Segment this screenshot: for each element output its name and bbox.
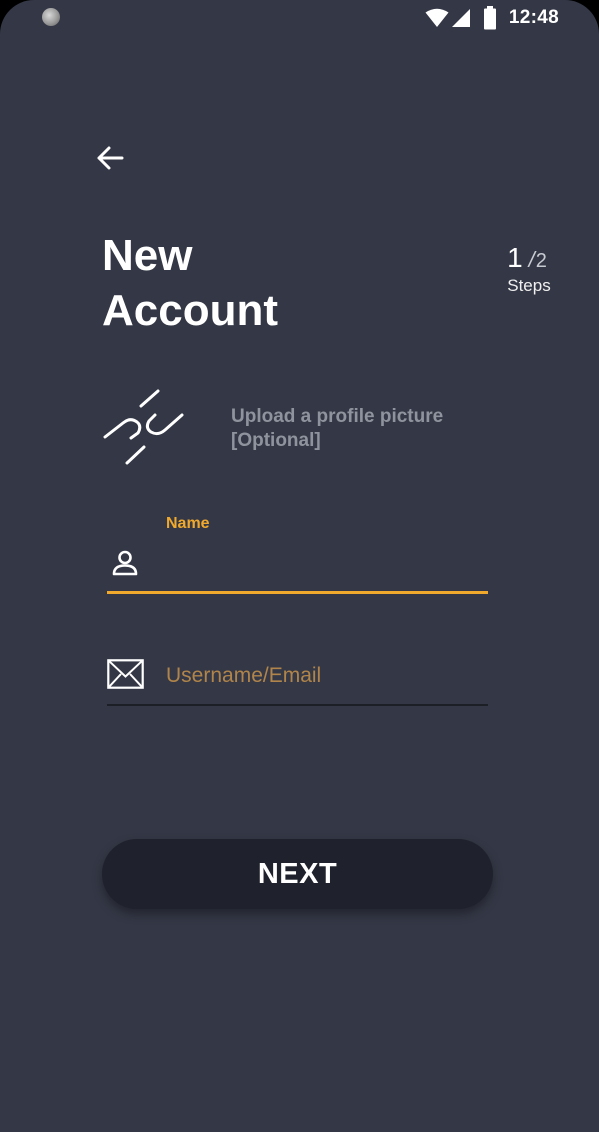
status-right: 12:48 (425, 4, 559, 32)
step-separator: / (528, 247, 535, 272)
upload-text: Upload a profile picture [Optional] (231, 405, 443, 453)
step-current: 1 (507, 242, 523, 273)
wifi-icon (425, 8, 449, 27)
step-indicator: 1/2 Steps (492, 238, 562, 295)
arrow-left-icon (97, 146, 124, 170)
broken-link-icon (103, 389, 184, 465)
page-title-line-2: Account (102, 286, 278, 335)
upload-text-line-1: Upload a profile picture (231, 406, 444, 427)
email-field[interactable] (107, 650, 488, 706)
name-field-label: Name (166, 515, 210, 532)
person-icon (112, 550, 138, 576)
next-button[interactable]: NEXT (102, 839, 493, 909)
battery-icon (483, 6, 496, 30)
app-screen: 12:48 New Account 1/2 Steps Upload a pro… (0, 0, 599, 1132)
page-title-line-1: New (102, 231, 193, 280)
page-title: New Account (102, 228, 278, 338)
step-label: Steps (507, 276, 551, 295)
upload-text-line-2: [Optional] (231, 430, 321, 451)
mail-icon (107, 659, 144, 689)
upload-profile-picture[interactable]: Upload a profile picture [Optional] (100, 385, 500, 475)
status-bar: 12:48 (0, 0, 599, 36)
cell-signal-icon (451, 9, 470, 27)
name-input[interactable] (166, 548, 484, 584)
email-underline (107, 704, 488, 706)
camera-notch-icon (42, 8, 60, 26)
name-underline (107, 591, 488, 594)
name-field[interactable] (107, 540, 488, 594)
step-total: 2 (535, 250, 547, 272)
status-time: 12:48 (508, 7, 559, 28)
back-button[interactable] (92, 140, 128, 176)
email-input[interactable] (166, 658, 484, 694)
